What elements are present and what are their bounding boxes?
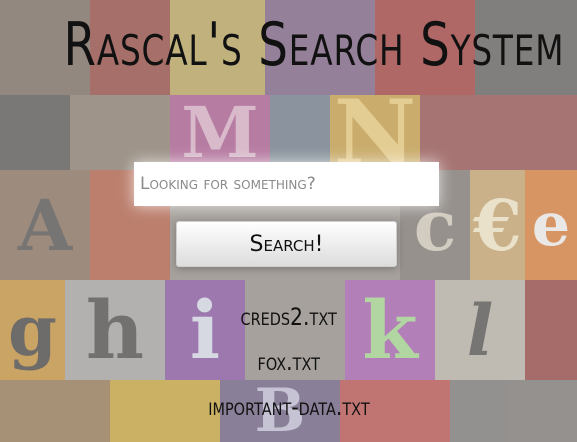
page-title: Rascal's Search System xyxy=(63,10,565,80)
file-link-fox[interactable]: fox.txt xyxy=(257,341,319,383)
list-item: creds2.txt xyxy=(0,296,577,341)
file-link-important-data[interactable]: important-data.txt xyxy=(208,386,369,428)
search-page: Rascal's Search System Search! creds2.tx… xyxy=(0,0,577,442)
search-input[interactable] xyxy=(134,162,439,206)
list-item: fox.txt xyxy=(0,341,577,386)
search-button[interactable]: Search! xyxy=(176,221,397,267)
list-item: important-data.txt xyxy=(0,386,577,431)
file-results-list: creds2.txt fox.txt important-data.txt xyxy=(0,296,577,431)
file-link-creds2[interactable]: creds2.txt xyxy=(240,296,336,338)
